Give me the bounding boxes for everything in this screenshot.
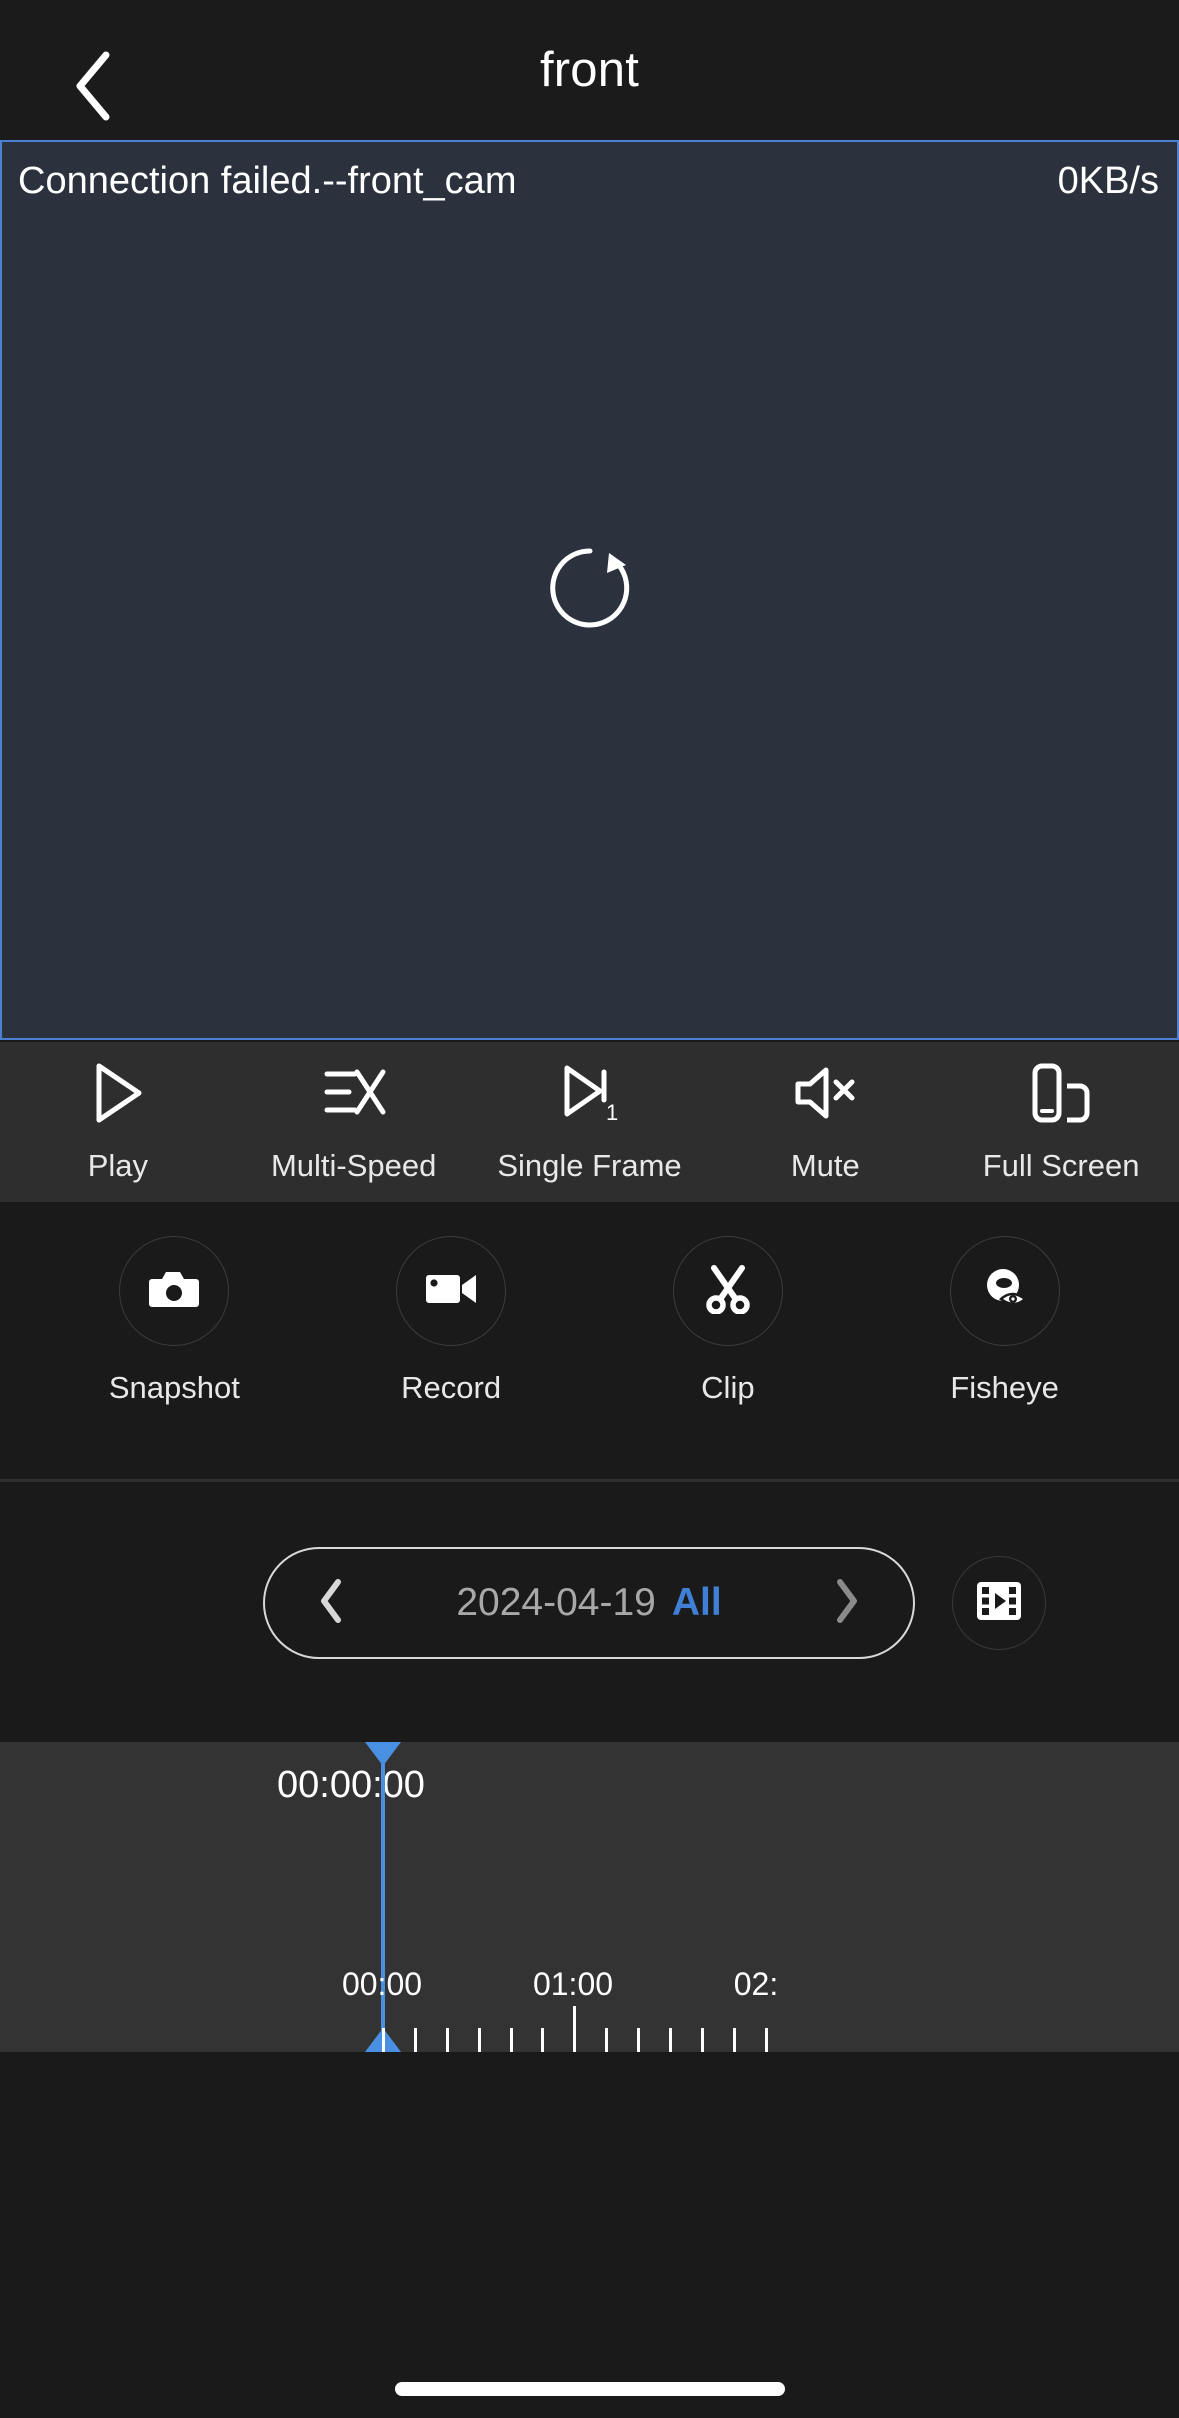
- action-clip-label: Clip: [701, 1370, 755, 1405]
- action-snapshot-label: Snapshot: [108, 1370, 240, 1405]
- ruler-tick-major: [573, 2006, 576, 2052]
- ruler-label: 00:00: [341, 1966, 423, 2002]
- control-full-screen-label: Full Screen: [982, 1148, 1140, 1183]
- camera-icon: [148, 1267, 200, 1316]
- ruler-tick: [701, 2028, 704, 2052]
- control-single-frame-label: Single Frame: [497, 1148, 682, 1183]
- single-frame-icon: 1: [558, 1054, 620, 1132]
- date-selector-zone: 2024-04-19 All: [0, 1482, 1179, 1742]
- selected-date: 2024-04-19: [456, 1581, 656, 1624]
- date-filter-label[interactable]: All: [672, 1581, 722, 1625]
- snapshot-button[interactable]: [119, 1236, 230, 1346]
- chevron-left-icon: [317, 1577, 345, 1630]
- date-next-button[interactable]: [817, 1573, 877, 1633]
- fisheye-button[interactable]: [949, 1236, 1060, 1346]
- control-full-screen[interactable]: Full Screen: [943, 1042, 1179, 1202]
- control-multi-speed[interactable]: Multi-Speed: [236, 1042, 472, 1202]
- playback-control-bar: Play Multi-Speed 1 Single Frame Mute Ful…: [0, 1042, 1179, 1202]
- home-indicator: [394, 2382, 785, 2396]
- action-record-label: Record: [401, 1370, 502, 1405]
- date-selector-pill[interactable]: 2024-04-19 All: [263, 1547, 915, 1659]
- ruler-tick: [478, 2028, 481, 2052]
- bottom-area: [0, 2052, 1179, 2418]
- record-button[interactable]: [396, 1236, 507, 1346]
- action-record[interactable]: Record: [313, 1202, 590, 1406]
- action-clip[interactable]: Clip: [590, 1202, 867, 1406]
- full-screen-icon: [1027, 1054, 1095, 1132]
- control-mute-label: Mute: [790, 1148, 860, 1183]
- date-selector-center[interactable]: 2024-04-19 All: [456, 1581, 721, 1625]
- timeline-current-time: 00:00:00: [277, 1764, 425, 1806]
- date-prev-button[interactable]: [301, 1573, 361, 1633]
- control-play[interactable]: Play: [0, 1042, 236, 1202]
- ruler-tick: [414, 2028, 417, 2052]
- ruler-tick: [510, 2028, 513, 2052]
- ruler-tick: [382, 2028, 385, 2052]
- control-mute[interactable]: Mute: [707, 1042, 943, 1202]
- action-button-row: Snapshot Record Clip Fisheye: [0, 1202, 1179, 1480]
- camcorder-icon: [424, 1269, 478, 1314]
- control-single-frame[interactable]: 1 Single Frame: [472, 1042, 708, 1202]
- clip-button[interactable]: [672, 1236, 783, 1346]
- action-fisheye[interactable]: Fisheye: [866, 1202, 1143, 1406]
- ruler-tick: [446, 2028, 449, 2052]
- ruler-tick: [541, 2028, 544, 2052]
- multi-speed-icon: [321, 1054, 387, 1132]
- film-play-icon: [973, 1575, 1025, 1632]
- timeline[interactable]: 00:00:00 00:00 01:00 02:: [0, 1742, 1179, 2052]
- timeline-ruler[interactable]: 00:00 01:00 02:: [0, 1966, 1179, 2052]
- fisheye-icon: [980, 1265, 1030, 1318]
- ruler-tick: [637, 2028, 640, 2052]
- nav-bar: front: [0, 0, 1179, 140]
- chevron-right-icon: [833, 1577, 861, 1630]
- loading-spinner-icon: [547, 545, 633, 636]
- play-icon: [89, 1054, 147, 1132]
- page-title: front: [539, 43, 640, 97]
- action-snapshot[interactable]: Snapshot: [36, 1202, 313, 1406]
- video-pane[interactable]: Connection failed.--front_cam 0KB/s: [0, 140, 1179, 1040]
- video-list-button[interactable]: [952, 1556, 1046, 1650]
- svg-text:1: 1: [606, 1100, 618, 1125]
- playhead-top-marker: [365, 1742, 401, 1766]
- control-multi-speed-label: Multi-Speed: [270, 1148, 437, 1183]
- action-fisheye-label: Fisheye: [950, 1370, 1059, 1405]
- ruler-tick: [669, 2028, 672, 2052]
- ruler-tick: [605, 2028, 608, 2052]
- ruler-tick: [733, 2028, 736, 2052]
- scissors-icon: [704, 1264, 752, 1319]
- ruler-label: 02:: [733, 1966, 779, 2002]
- control-play-label: Play: [87, 1148, 149, 1183]
- ruler-label: 01:00: [532, 1966, 614, 2002]
- mute-icon: [790, 1054, 860, 1132]
- ruler-tick: [765, 2028, 768, 2052]
- loading-spinner-wrap: [2, 142, 1177, 1038]
